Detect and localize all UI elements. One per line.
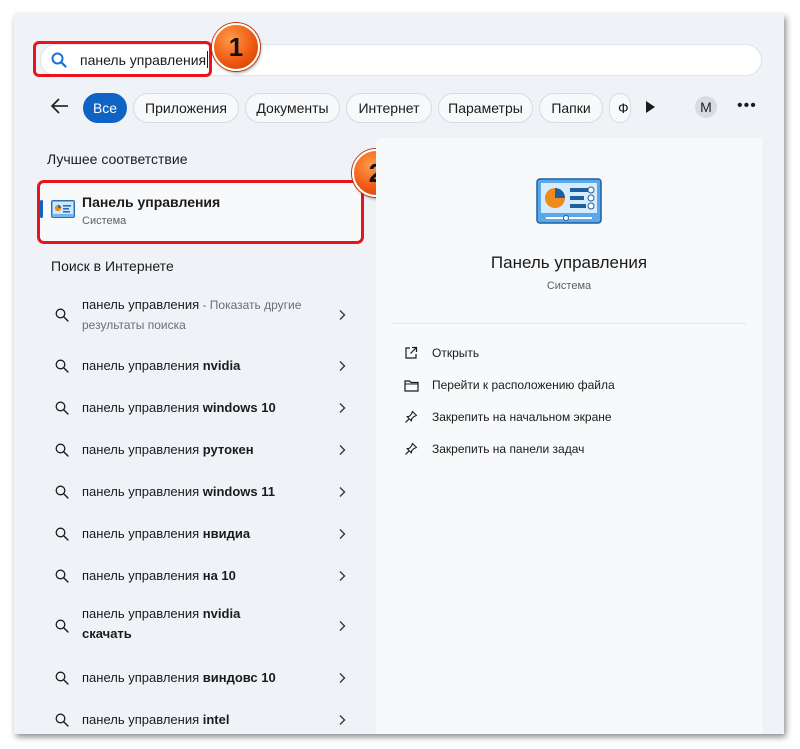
search-icon xyxy=(55,527,69,541)
account-avatar[interactable]: M xyxy=(695,96,717,118)
web-search-item[interactable]: панель управления nvidia скачать xyxy=(40,598,362,654)
query-prefix: панель управления xyxy=(82,568,203,583)
chevron-right-icon[interactable] xyxy=(338,402,346,414)
details-panel xyxy=(376,138,762,734)
web-search-item[interactable]: панель управления windows 11 xyxy=(40,472,362,512)
details-subtitle: Система xyxy=(546,280,592,292)
filter-folders[interactable]: Папки xyxy=(539,93,603,123)
pin-icon xyxy=(402,440,420,458)
control-panel-large-icon xyxy=(536,178,602,224)
scroll-right-arrow-icon[interactable] xyxy=(646,101,655,113)
search-icon xyxy=(55,671,69,685)
web-search-item[interactable]: панель управления виндовс 10 xyxy=(40,658,362,698)
query-prefix: панель управления xyxy=(82,442,203,457)
web-search-heading: Поиск в Интернете xyxy=(51,258,174,274)
search-icon xyxy=(55,308,69,322)
filter-internet[interactable]: Интернет xyxy=(346,93,432,123)
action-open-file-location[interactable]: Перейти к расположению файла xyxy=(402,374,615,396)
filter-more-cut[interactable]: Ф xyxy=(609,93,631,123)
query-prefix: панель управления xyxy=(82,606,203,621)
highlight-frame-search xyxy=(33,41,212,77)
query-prefix: панель управления xyxy=(82,712,203,727)
query-suggestion: виндовс 10 xyxy=(202,670,276,685)
query-prefix: панель управления xyxy=(82,358,203,373)
query-suggestion: рутокен xyxy=(202,442,254,457)
web-search-text: панель управления нвидиа xyxy=(82,524,250,544)
web-search-item[interactable]: панель управления nvidia xyxy=(40,346,362,386)
action-open-label: Открыть xyxy=(432,346,480,360)
query-suggestion: intel xyxy=(202,712,230,727)
folder-icon xyxy=(402,376,420,394)
action-open[interactable]: Открыть xyxy=(402,342,479,364)
web-search-item[interactable]: панель управления windows 10 xyxy=(40,388,362,428)
query-prefix: панель управления xyxy=(82,526,203,541)
filter-all[interactable]: Все xyxy=(83,93,127,123)
filter-documents[interactable]: Документы xyxy=(245,93,340,123)
web-search-text: панель управления на 10 xyxy=(82,566,236,586)
chevron-right-icon[interactable] xyxy=(338,570,346,582)
highlight-frame-result xyxy=(37,180,364,244)
web-search-text: панель управления nvidia скачать xyxy=(82,604,272,644)
search-icon xyxy=(55,443,69,457)
web-search-text: панель управления windows 11 xyxy=(82,482,275,502)
query-suggestion: на 10 xyxy=(202,568,236,583)
query-prefix: панель управления xyxy=(82,670,203,685)
details-title: Панель управления xyxy=(490,253,648,272)
chevron-right-icon[interactable] xyxy=(338,486,346,498)
search-icon xyxy=(55,619,69,633)
back-arrow-icon[interactable] xyxy=(50,97,70,115)
web-search-item[interactable]: панель управления на 10 xyxy=(40,556,362,596)
web-search-text: панель управления nvidia xyxy=(82,356,240,376)
web-search-text: панель управления рутокен xyxy=(82,440,254,460)
query-suggestion: windows 10 xyxy=(202,400,276,415)
web-search-text: панель управления windows 10 xyxy=(82,398,276,418)
chevron-right-icon[interactable] xyxy=(338,309,346,321)
pin-icon xyxy=(402,408,420,426)
filter-apps[interactable]: Приложения xyxy=(133,93,239,123)
web-search-item[interactable]: панель управления нвидиа xyxy=(40,514,362,554)
chevron-right-icon[interactable] xyxy=(338,444,346,456)
action-pin-start[interactable]: Закрепить на начальном экране xyxy=(402,406,612,428)
query-prefix: панель управления xyxy=(82,400,203,415)
search-icon xyxy=(55,569,69,583)
open-external-icon xyxy=(402,344,420,362)
web-search-item[interactable]: панель управления рутокен xyxy=(40,430,362,470)
chevron-right-icon[interactable] xyxy=(338,360,346,372)
web-search-item[interactable]: панель управления intel xyxy=(40,700,362,740)
chevron-right-icon[interactable] xyxy=(338,714,346,726)
action-pin-taskbar[interactable]: Закрепить на панели задач xyxy=(402,438,584,460)
action-file-location-label: Перейти к расположению файла xyxy=(432,378,615,392)
action-pin-start-label: Закрепить на начальном экране xyxy=(432,410,612,424)
search-icon xyxy=(55,401,69,415)
search-icon xyxy=(55,485,69,499)
details-divider xyxy=(392,323,746,324)
more-options-icon[interactable]: ••• xyxy=(737,97,757,115)
chevron-right-icon[interactable] xyxy=(338,528,346,540)
query-suggestion: windows 11 xyxy=(202,484,275,499)
web-search-text: панель управления intel xyxy=(82,710,229,730)
query-suggestion: nvidia xyxy=(202,358,241,373)
query-suggestion: нвидиа xyxy=(202,526,251,541)
web-search-text: панель управления виндовс 10 xyxy=(82,668,276,688)
filter-settings[interactable]: Параметры xyxy=(438,93,533,123)
chevron-right-icon[interactable] xyxy=(338,672,346,684)
search-icon xyxy=(55,713,69,727)
query-prefix: панель управления xyxy=(82,484,203,499)
web-search-item[interactable]: панель управления - Показать другие резу… xyxy=(40,294,362,336)
query-prefix: панель управления xyxy=(82,297,200,312)
chevron-right-icon[interactable] xyxy=(338,620,346,632)
step-badge-1: 1 xyxy=(212,23,260,71)
best-match-heading: Лучшее соответствие xyxy=(47,151,188,167)
action-pin-taskbar-label: Закрепить на панели задач xyxy=(432,442,585,456)
search-icon xyxy=(55,359,69,373)
web-search-text: панель управления - Показать другие резу… xyxy=(82,295,302,335)
